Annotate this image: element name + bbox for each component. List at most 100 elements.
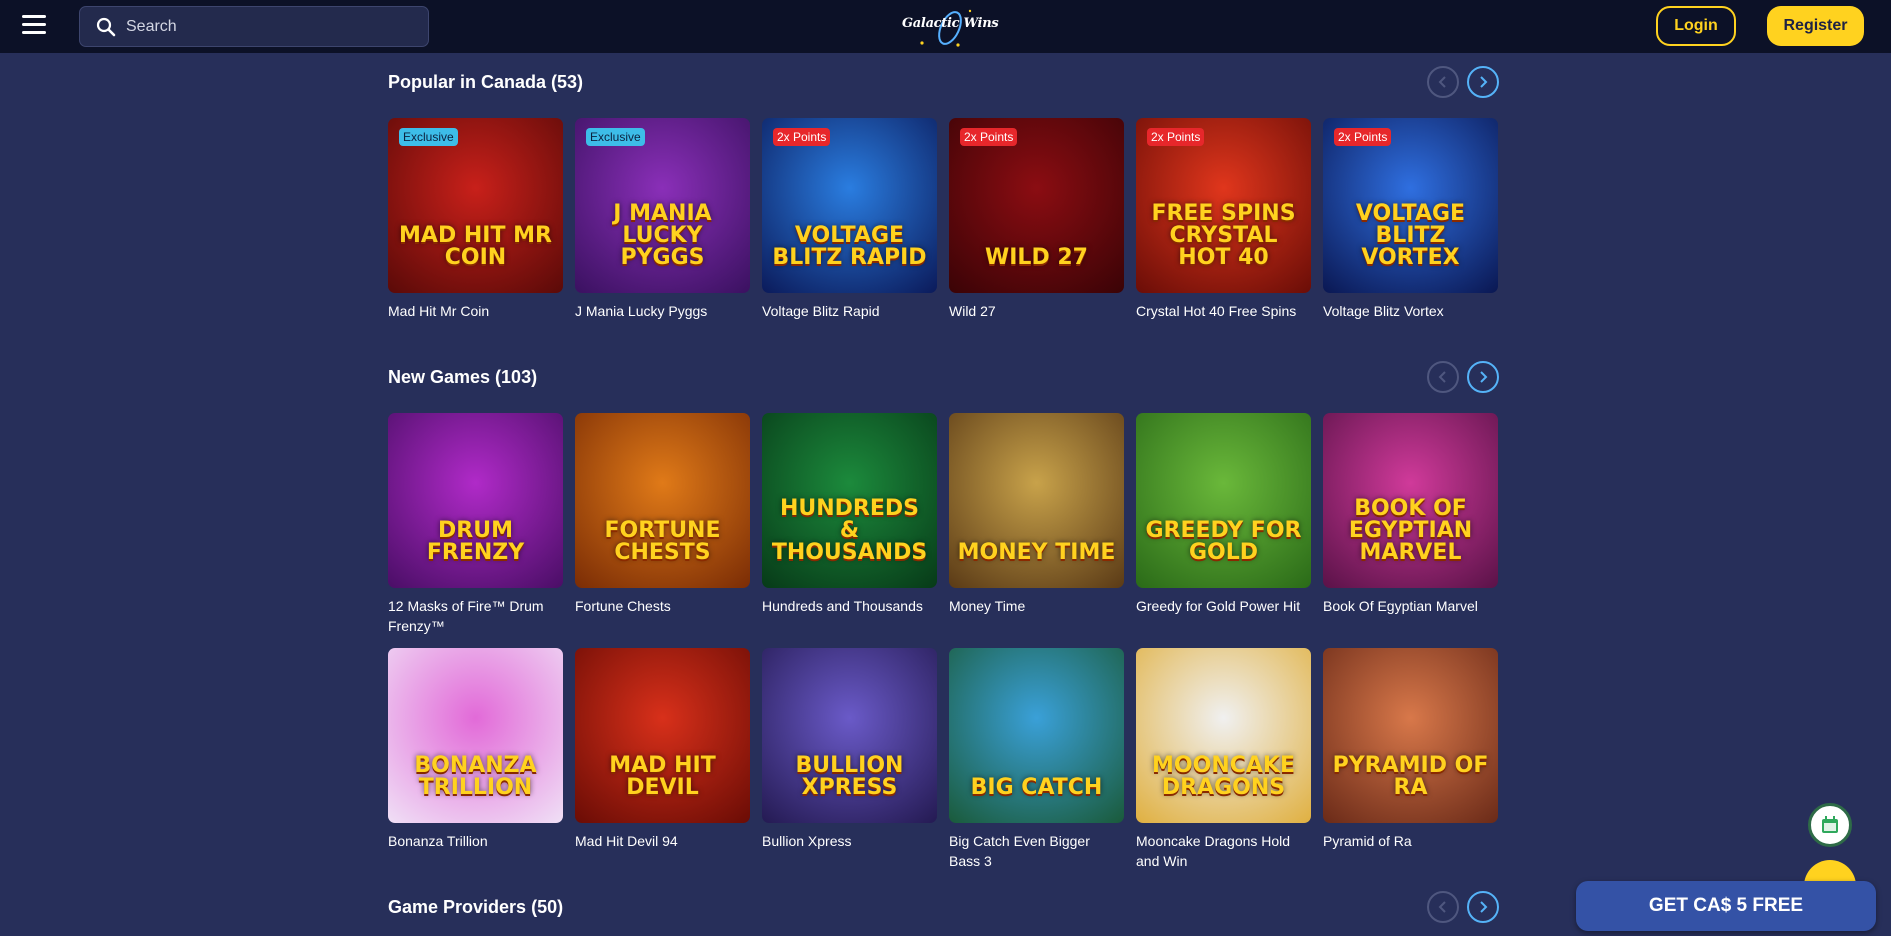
carousel-prev-button[interactable] xyxy=(1427,361,1459,393)
game-tile[interactable]: BIG CATCH Big Catch Even Bigger Bass 3 xyxy=(949,648,1124,871)
game-tile[interactable]: PYRAMID OF RA Pyramid of Ra xyxy=(1323,648,1498,851)
game-tile[interactable]: MOONCAKE DRAGONS Mooncake Dragons Hold an… xyxy=(1136,648,1311,871)
game-name[interactable]: Crystal Hot 40 Free Spins xyxy=(1136,301,1311,321)
game-thumbnail[interactable]: J MANIA LUCKY PYGGS Exclusive xyxy=(575,118,750,293)
game-art-title: WILD 27 xyxy=(984,245,1088,270)
game-art-title: MONEY TIME xyxy=(957,540,1116,565)
game-name[interactable]: Pyramid of Ra xyxy=(1323,831,1498,851)
game-art-title: VOLTAGE BLITZ VORTEX xyxy=(1355,201,1466,270)
game-name[interactable]: Big Catch Even Bigger Bass 3 xyxy=(949,831,1124,871)
game-thumbnail[interactable]: FORTUNE CHESTS xyxy=(575,413,750,588)
calendar-icon xyxy=(1822,816,1838,833)
game-tile[interactable]: MONEY TIME Money Time xyxy=(949,413,1124,616)
get-free-bonus-button[interactable]: GET CA$ 5 FREE xyxy=(1576,881,1876,931)
game-tile[interactable]: J MANIA LUCKY PYGGS Exclusive J Mania Luck… xyxy=(575,118,750,321)
game-art-title: BULLION XPRESS xyxy=(795,753,904,800)
game-art-title: J MANIA LUCKY PYGGS xyxy=(613,201,712,270)
game-tile[interactable]: FREE SPINS CRYSTAL HOT 40 2x Points Crysta… xyxy=(1136,118,1311,321)
search-box[interactable] xyxy=(79,6,429,47)
game-thumbnail[interactable]: BULLION XPRESS xyxy=(762,648,937,823)
game-tile[interactable]: MAD HIT DEVIL Mad Hit Devil 94 xyxy=(575,648,750,851)
game-name[interactable]: Wild 27 xyxy=(949,301,1124,321)
game-name[interactable]: Book Of Egyptian Marvel xyxy=(1323,596,1498,616)
game-art-title: BIG CATCH xyxy=(970,775,1103,800)
game-name[interactable]: Bonanza Trillion xyxy=(388,831,563,851)
game-tile[interactable]: BULLION XPRESS Bullion Xpress xyxy=(762,648,937,851)
game-tile[interactable]: GREEDY FOR GOLD Greedy for Gold Power Hit xyxy=(1136,413,1311,616)
chevron-left-icon xyxy=(1438,76,1446,88)
game-thumbnail[interactable]: BIG CATCH xyxy=(949,648,1124,823)
game-thumbnail[interactable]: VOLTAGE BLITZ RAPID 2x Points xyxy=(762,118,937,293)
game-tile[interactable]: VOLTAGE BLITZ RAPID 2x Points Voltage Blit… xyxy=(762,118,937,321)
game-art-title: FORTUNE CHESTS xyxy=(604,518,721,565)
game-art-title: MOONCAKE DRAGONS xyxy=(1152,753,1295,800)
game-thumbnail[interactable]: MAD HIT MR COIN Exclusive xyxy=(388,118,563,293)
carousel-next-button[interactable] xyxy=(1467,891,1499,923)
game-name[interactable]: Voltage Blitz Rapid xyxy=(762,301,937,321)
game-art-title: DRUM FRENZY xyxy=(426,518,525,565)
game-thumbnail[interactable]: MOONCAKE DRAGONS xyxy=(1136,648,1311,823)
game-art-title: BOOK OF EGYPTIAN MARVEL xyxy=(1348,496,1473,565)
game-thumbnail[interactable]: DRUM FRENZY xyxy=(388,413,563,588)
game-name[interactable]: Mad Hit Mr Coin xyxy=(388,301,563,321)
game-badge: 2x Points xyxy=(1147,128,1205,146)
game-name[interactable]: Mad Hit Devil 94 xyxy=(575,831,750,851)
game-art-title: MAD HIT DEVIL xyxy=(609,753,716,800)
game-thumbnail[interactable]: HUNDREDS & THOUSANDS xyxy=(762,413,937,588)
game-art-title: VOLTAGE BLITZ RAPID xyxy=(772,223,927,270)
game-art-title: BONANZA TRILLION xyxy=(414,753,537,800)
game-art-title: PYRAMID OF RA xyxy=(1332,753,1489,800)
game-thumbnail[interactable]: FREE SPINS CRYSTAL HOT 40 2x Points xyxy=(1136,118,1311,293)
section-title-providers: Game Providers (50) xyxy=(388,897,564,917)
game-art-title: MAD HIT MR COIN xyxy=(399,223,552,270)
game-thumbnail[interactable]: BOOK OF EGYPTIAN MARVEL xyxy=(1323,413,1498,588)
carousel-next-button[interactable] xyxy=(1467,361,1499,393)
game-name[interactable]: J Mania Lucky Pyggs xyxy=(575,301,750,321)
game-name[interactable]: Fortune Chests xyxy=(575,596,750,616)
register-button[interactable]: Register xyxy=(1767,6,1864,46)
game-name[interactable]: Voltage Blitz Vortex xyxy=(1323,301,1498,321)
game-badge: Exclusive xyxy=(586,128,645,146)
hamburger-menu-icon[interactable] xyxy=(22,15,46,35)
galactic-wins-logo[interactable]: Galactic Wins xyxy=(900,5,999,49)
calendar-widget-button[interactable] xyxy=(1808,803,1852,847)
game-badge: 2x Points xyxy=(960,128,1018,146)
login-button[interactable]: Login xyxy=(1656,6,1736,46)
game-tile[interactable]: VOLTAGE BLITZ VORTEX 2x Points Voltage Bli… xyxy=(1323,118,1498,321)
chevron-right-icon xyxy=(1480,76,1488,88)
chevron-left-icon xyxy=(1438,371,1446,383)
game-tile[interactable]: BOOK OF EGYPTIAN MARVEL Book Of Egyptian … xyxy=(1323,413,1498,616)
carousel-prev-button[interactable] xyxy=(1427,66,1459,98)
game-thumbnail[interactable]: MONEY TIME xyxy=(949,413,1124,588)
game-name[interactable]: Bullion Xpress xyxy=(762,831,937,851)
game-badge: Exclusive xyxy=(399,128,458,146)
game-name[interactable]: Hundreds and Thousands xyxy=(762,596,937,616)
game-art-title: HUNDREDS & THOUSANDS xyxy=(771,496,928,565)
game-thumbnail[interactable]: PYRAMID OF RA xyxy=(1323,648,1498,823)
chevron-right-icon xyxy=(1480,901,1488,913)
game-art-title: GREEDY FOR GOLD xyxy=(1145,518,1302,565)
carousel-prev-button[interactable] xyxy=(1427,891,1459,923)
game-name[interactable]: Money Time xyxy=(949,596,1124,616)
search-input[interactable] xyxy=(126,7,416,46)
logo-text: Galactic Wins xyxy=(902,16,999,31)
game-thumbnail[interactable]: BONANZA TRILLION xyxy=(388,648,563,823)
game-tile[interactable]: MAD HIT MR COIN Exclusive Mad Hit Mr Coin xyxy=(388,118,563,321)
game-name[interactable]: 12 Masks of Fire™ Drum Frenzy™ xyxy=(388,596,563,636)
game-thumbnail[interactable]: MAD HIT DEVIL xyxy=(575,648,750,823)
game-thumbnail[interactable]: GREEDY FOR GOLD xyxy=(1136,413,1311,588)
game-thumbnail[interactable]: WILD 27 2x Points xyxy=(949,118,1124,293)
game-tile[interactable]: BONANZA TRILLION Bonanza Trillion xyxy=(388,648,563,851)
game-tile[interactable]: FORTUNE CHESTS Fortune Chests xyxy=(575,413,750,616)
game-tile[interactable]: HUNDREDS & THOUSANDS Hundreds and Thousan… xyxy=(762,413,937,616)
game-art-title: FREE SPINS CRYSTAL HOT 40 xyxy=(1151,201,1296,270)
game-tile[interactable]: WILD 27 2x Points Wild 27 xyxy=(949,118,1124,321)
game-badge: 2x Points xyxy=(773,128,831,146)
carousel-next-button[interactable] xyxy=(1467,66,1499,98)
game-name[interactable]: Greedy for Gold Power Hit xyxy=(1136,596,1311,616)
game-name[interactable]: Mooncake Dragons Hold and Win xyxy=(1136,831,1311,871)
section-title-new-games: New Games (103) xyxy=(388,367,538,387)
game-badge: 2x Points xyxy=(1334,128,1392,146)
game-tile[interactable]: DRUM FRENZY 12 Masks of Fire™ Drum Frenzy… xyxy=(388,413,563,636)
game-thumbnail[interactable]: VOLTAGE BLITZ VORTEX 2x Points xyxy=(1323,118,1498,293)
